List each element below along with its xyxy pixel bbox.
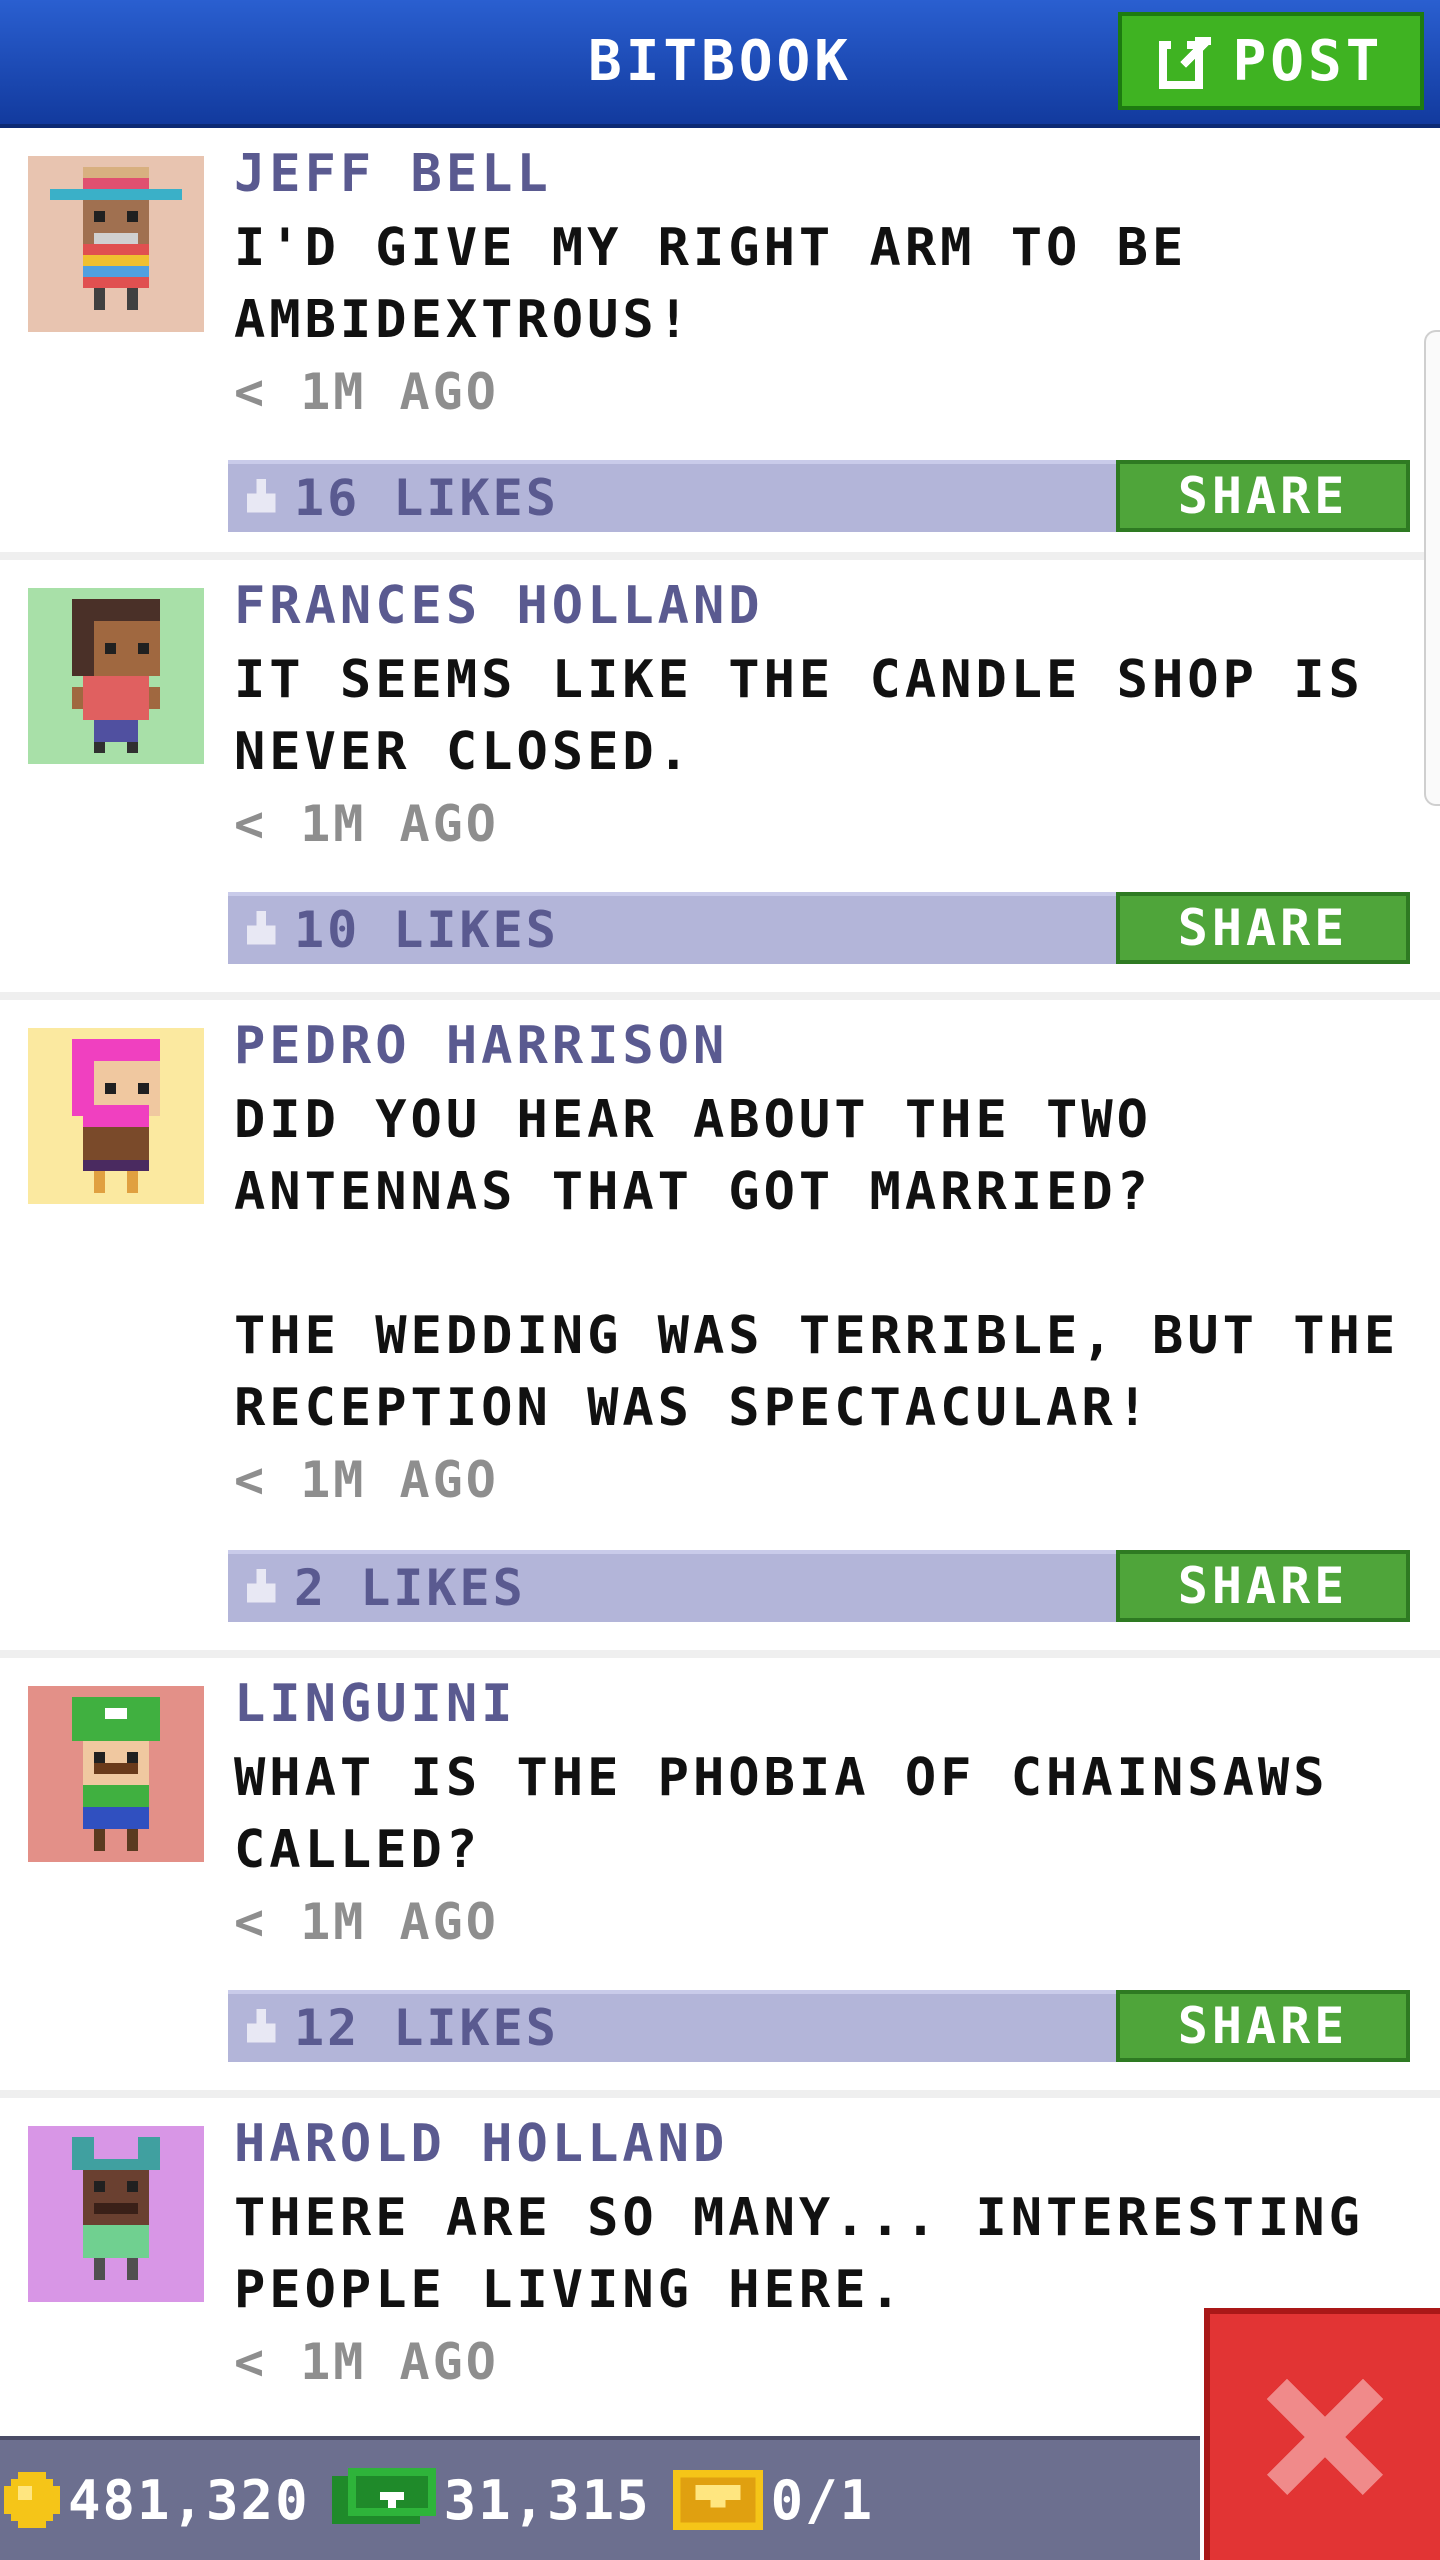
feed-list[interactable]: JEFF BELL I'D GIVE MY RIGHT ARM TO BE AM… [0,128,1440,2538]
likes-bar: 10 LIKES SHARE [228,892,1410,964]
thumb-up-icon [246,911,276,945]
coins-stat: 481,320 [4,2469,310,2532]
close-button[interactable] [1204,2308,1440,2560]
bux-value: 31,315 [443,2468,651,2532]
cat-hat-character-icon [28,2126,204,2302]
post-time: < 1M AGO [234,1893,499,1951]
feed-post: FRANCES HOLLAND IT SEEMS LIKE THE CANDLE… [0,560,1440,1000]
likes-bar: 2 LIKES SHARE [228,1550,1410,1622]
woman-character-icon [28,588,204,764]
thumb-up-icon [246,2009,276,2043]
like-toggle[interactable]: 12 LIKES [242,1994,559,2062]
post-button[interactable]: POST [1118,12,1424,110]
post-author[interactable]: JEFF BELL [234,144,1414,204]
tickets-stat: 0/1 [672,2468,875,2532]
post-message: THERE ARE SO MANY... INTERESTING PEOPLE … [234,2188,1364,2320]
post-message: IT SEEMS LIKE THE CANDLE SHOP IS NEVER C… [234,650,1364,782]
post-author[interactable]: LINGUINI [234,1674,1414,1734]
sombrero-character-icon [28,156,204,332]
coin-icon [4,2472,60,2528]
post-content: LINGUINI WHAT IS THE PHOBIA OF CHAINSAWS… [234,1674,1414,1958]
likes-bar: 12 LIKES SHARE [228,1990,1410,2062]
ticket-icon [672,2470,763,2530]
post-message: WHAT IS THE PHOBIA OF CHAINSAWS CALLED? [234,1748,1329,1880]
likes-bar: 16 LIKES SHARE [228,460,1410,532]
pink-hair-character-icon [28,1028,204,1204]
likes-count: 2 LIKES [294,1559,526,1617]
coins-value: 481,320 [68,2468,310,2532]
avatar[interactable] [28,156,204,332]
avatar[interactable] [28,2126,204,2302]
share-button[interactable]: SHARE [1116,1550,1410,1622]
thumb-up-icon [246,479,276,513]
post-content: JEFF BELL I'D GIVE MY RIGHT ARM TO BE AM… [234,144,1414,428]
feed-post: PEDRO HARRISON DID YOU HEAR ABOUT THE TW… [0,1000,1440,1658]
post-time: < 1M AGO [234,795,499,853]
scrollbar[interactable] [1424,330,1440,806]
feed-post: JEFF BELL I'D GIVE MY RIGHT ARM TO BE AM… [0,128,1440,560]
post-content: FRANCES HOLLAND IT SEEMS LIKE THE CANDLE… [234,576,1414,860]
post-author[interactable]: HAROLD HOLLAND [234,2114,1414,2174]
tickets-value: 0/1 [770,2468,875,2532]
feed-post: LINGUINI WHAT IS THE PHOBIA OF CHAINSAWS… [0,1658,1440,2098]
post-content: PEDRO HARRISON DID YOU HEAR ABOUT THE TW… [234,1016,1414,1516]
post-message: DID YOU HEAR ABOUT THE TWO ANTENNAS THAT… [234,1090,1400,1438]
avatar[interactable] [28,1028,204,1204]
post-author[interactable]: FRANCES HOLLAND [234,576,1414,636]
currency-bar: 481,320 31,315 0/1 [0,2436,1200,2560]
bux-stat: 31,315 [331,2468,651,2532]
likes-count: 12 LIKES [294,1999,559,2057]
plumber-character-icon [28,1686,204,1862]
like-toggle[interactable]: 2 LIKES [242,1554,526,1622]
post-message: I'D GIVE MY RIGHT ARM TO BE AMBIDEXTROUS… [234,218,1188,350]
thumb-up-icon [246,1569,276,1603]
like-toggle[interactable]: 10 LIKES [242,896,559,964]
avatar[interactable] [28,1686,204,1862]
post-time: < 1M AGO [234,1451,499,1509]
edit-icon [1158,37,1211,89]
share-button[interactable]: SHARE [1116,460,1410,532]
likes-count: 16 LIKES [294,469,559,527]
app-header: BITBOOK POST [0,0,1440,128]
share-button[interactable]: SHARE [1116,892,1410,964]
post-time: < 1M AGO [234,363,499,421]
close-x-icon [1266,2378,1384,2496]
share-button[interactable]: SHARE [1116,1990,1410,2062]
like-toggle[interactable]: 16 LIKES [242,464,559,532]
post-author[interactable]: PEDRO HARRISON [234,1016,1414,1076]
likes-count: 10 LIKES [294,901,559,959]
post-button-label: POST [1232,28,1384,94]
avatar[interactable] [28,588,204,764]
bux-icon [331,2468,436,2524]
